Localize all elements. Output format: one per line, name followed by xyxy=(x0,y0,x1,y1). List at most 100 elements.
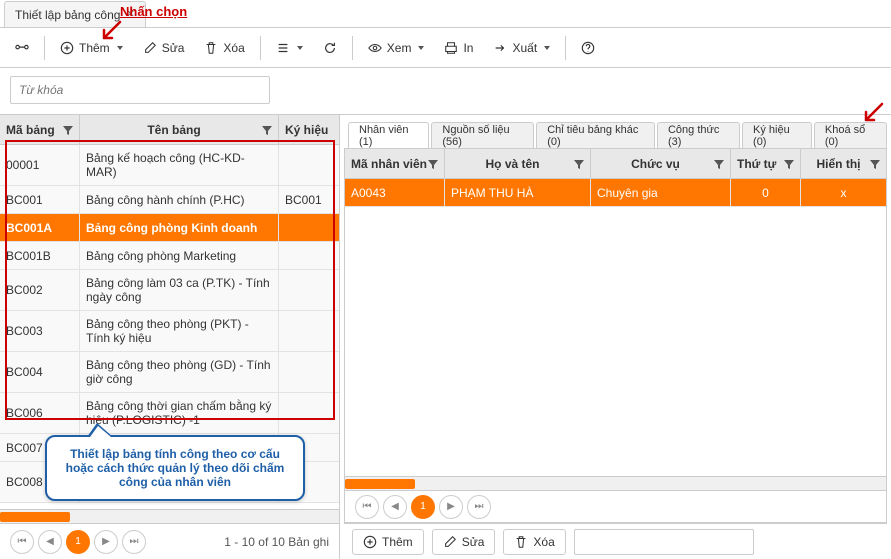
cell-symbol xyxy=(279,270,339,310)
view-label: Xem xyxy=(387,41,412,55)
scrollbar-thumb[interactable] xyxy=(0,512,70,522)
cell-position: Chuyên gia xyxy=(591,179,731,206)
header-name[interactable]: Tên bảng xyxy=(80,115,279,144)
edit-button[interactable]: Sửa xyxy=(134,33,194,63)
filter-icon[interactable] xyxy=(574,159,584,169)
header-position[interactable]: Chức vụ xyxy=(591,149,731,178)
right-pager: ⏮ ◀ 1 ▶ ⏭ xyxy=(345,490,886,522)
tab-4[interactable]: Ký hiệu (0) xyxy=(742,122,812,148)
header-symbol-label: Ký hiệu xyxy=(285,123,328,137)
table-row[interactable]: BC001ABảng công phòng Kinh doanh xyxy=(0,214,339,242)
search-row xyxy=(0,68,891,115)
pager-prev-button[interactable]: ◀ xyxy=(38,530,62,554)
pager-summary: 1 - 10 of 10 Bản ghi xyxy=(224,535,329,549)
table-row[interactable]: BC003Bảng công theo phòng (PKT) - Tính k… xyxy=(0,311,339,352)
header-emp-code-label: Mã nhân viên xyxy=(351,157,427,171)
plus-circle-icon xyxy=(363,535,377,549)
header-name-label: Tên bảng xyxy=(147,123,200,137)
view-button[interactable]: Xem xyxy=(359,33,434,63)
bottom-edit-button[interactable]: Sửa xyxy=(432,529,496,555)
pager-last-button[interactable]: ⏭ xyxy=(467,495,491,519)
cell-name: Bảng kế hoạch công (HC-KD-MAR) xyxy=(80,145,279,185)
binoculars-button[interactable] xyxy=(6,33,38,63)
delete-label: Xóa xyxy=(223,41,244,55)
pager-page-button[interactable]: 1 xyxy=(66,530,90,554)
eye-icon xyxy=(368,41,382,55)
table-row[interactable]: BC001Bảng công hành chính (P.HC)BC001 xyxy=(0,186,339,214)
table-row[interactable]: 00001Bảng kế hoạch công (HC-KD-MAR) xyxy=(0,145,339,186)
cell-symbol xyxy=(279,393,339,433)
header-code-label: Mã bảng xyxy=(6,123,55,137)
pager-next-button[interactable]: ▶ xyxy=(439,495,463,519)
table-row[interactable]: BC001BBảng công phòng Marketing xyxy=(0,242,339,270)
header-order[interactable]: Thứ tự xyxy=(731,149,801,178)
header-emp-code[interactable]: Mã nhân viên xyxy=(345,149,445,178)
pager-last-button[interactable]: ⏭ xyxy=(122,530,146,554)
bottom-add-label: Thêm xyxy=(382,535,413,549)
export-icon xyxy=(493,41,507,55)
table-row[interactable]: BC006Bảng công thời gian chấm bằng ký hi… xyxy=(0,393,339,434)
pager-prev-button[interactable]: ◀ xyxy=(383,495,407,519)
header-code[interactable]: Mã bảng xyxy=(0,115,80,144)
tab-2[interactable]: Chỉ tiêu bảng khác (0) xyxy=(536,122,655,148)
pager-first-button[interactable]: ⏮ xyxy=(355,495,379,519)
table-row[interactable]: BC002Bảng công làm 03 ca (P.TK) - Tính n… xyxy=(0,270,339,311)
delete-button[interactable]: Xóa xyxy=(195,33,253,63)
separator xyxy=(352,36,353,60)
left-horizontal-scrollbar[interactable] xyxy=(0,509,339,523)
filter-icon[interactable] xyxy=(784,159,794,169)
annotation-speech-bubble: Thiết lập bảng tính công theo cơ cấu hoặ… xyxy=(45,435,305,501)
toolbar: Thêm Sửa Xóa Xem In Xuất xyxy=(0,28,891,68)
export-label: Xuất xyxy=(512,41,537,55)
filter-icon[interactable] xyxy=(870,159,880,169)
help-icon xyxy=(581,41,595,55)
bottom-add-button[interactable]: Thêm xyxy=(352,529,424,555)
cell-name: Bảng công theo phòng (PKT) - Tính ký hiệ… xyxy=(80,311,279,351)
help-button[interactable] xyxy=(572,33,604,63)
binoculars-icon xyxy=(15,41,29,55)
cell-symbol: BC001 xyxy=(279,186,339,213)
tab-0[interactable]: Nhân viên (1) xyxy=(348,122,429,148)
filter-icon[interactable] xyxy=(428,159,438,169)
header-symbol[interactable]: Ký hiệu xyxy=(279,115,339,144)
plus-circle-icon xyxy=(60,41,74,55)
list-button[interactable] xyxy=(267,33,312,63)
refresh-button[interactable] xyxy=(314,33,346,63)
cell-name: Bảng công phòng Kinh doanh xyxy=(80,214,279,241)
header-position-label: Chức vụ xyxy=(631,157,680,171)
print-label: In xyxy=(463,41,473,55)
export-button[interactable]: Xuất xyxy=(484,33,559,63)
annotation-click-label: Nhấn chọn xyxy=(120,4,187,19)
header-display[interactable]: Hiển thị xyxy=(801,149,886,178)
chevron-down-icon xyxy=(544,46,550,50)
cell-name: Bảng công hành chính (P.HC) xyxy=(80,186,279,213)
tab-1[interactable]: Nguồn số liệu (56) xyxy=(431,122,534,148)
pager-next-button[interactable]: ▶ xyxy=(94,530,118,554)
pager-page-button[interactable]: 1 xyxy=(411,495,435,519)
refresh-icon xyxy=(323,41,337,55)
cell-order: 0 xyxy=(731,179,801,206)
chevron-down-icon xyxy=(117,46,123,50)
right-horizontal-scrollbar[interactable] xyxy=(345,476,886,490)
pager-first-button[interactable]: ⏮ xyxy=(10,530,34,554)
filter-icon[interactable] xyxy=(714,159,724,169)
scrollbar-thumb[interactable] xyxy=(345,479,415,489)
filter-icon[interactable] xyxy=(262,125,272,135)
bottom-delete-button[interactable]: Xóa xyxy=(503,529,565,555)
tab-3[interactable]: Công thức (3) xyxy=(657,122,740,148)
bottom-search-input[interactable] xyxy=(574,529,754,555)
header-emp-name[interactable]: Họ và tên xyxy=(445,149,591,178)
search-input[interactable] xyxy=(10,76,270,104)
cell-name: Bảng công phòng Marketing xyxy=(80,242,279,269)
edit-label: Sửa xyxy=(162,41,185,55)
filter-icon[interactable] xyxy=(63,125,73,135)
table-row[interactable]: BC004Bảng công theo phòng (GD) - Tính gi… xyxy=(0,352,339,393)
cell-code: BC006 xyxy=(0,393,80,433)
cell-symbol xyxy=(279,311,339,351)
right-tabs: Nhân viên (1)Nguồn số liệu (56)Chỉ tiêu … xyxy=(344,119,887,149)
speech-text: Thiết lập bảng tính công theo cơ cấu hoặ… xyxy=(66,447,285,489)
right-grid-body[interactable]: A0043PHẠM THU HÀChuyên gia0x xyxy=(345,179,886,476)
table-row[interactable]: A0043PHẠM THU HÀChuyên gia0x xyxy=(345,179,886,207)
print-button[interactable]: In xyxy=(435,33,482,63)
trash-icon xyxy=(204,41,218,55)
